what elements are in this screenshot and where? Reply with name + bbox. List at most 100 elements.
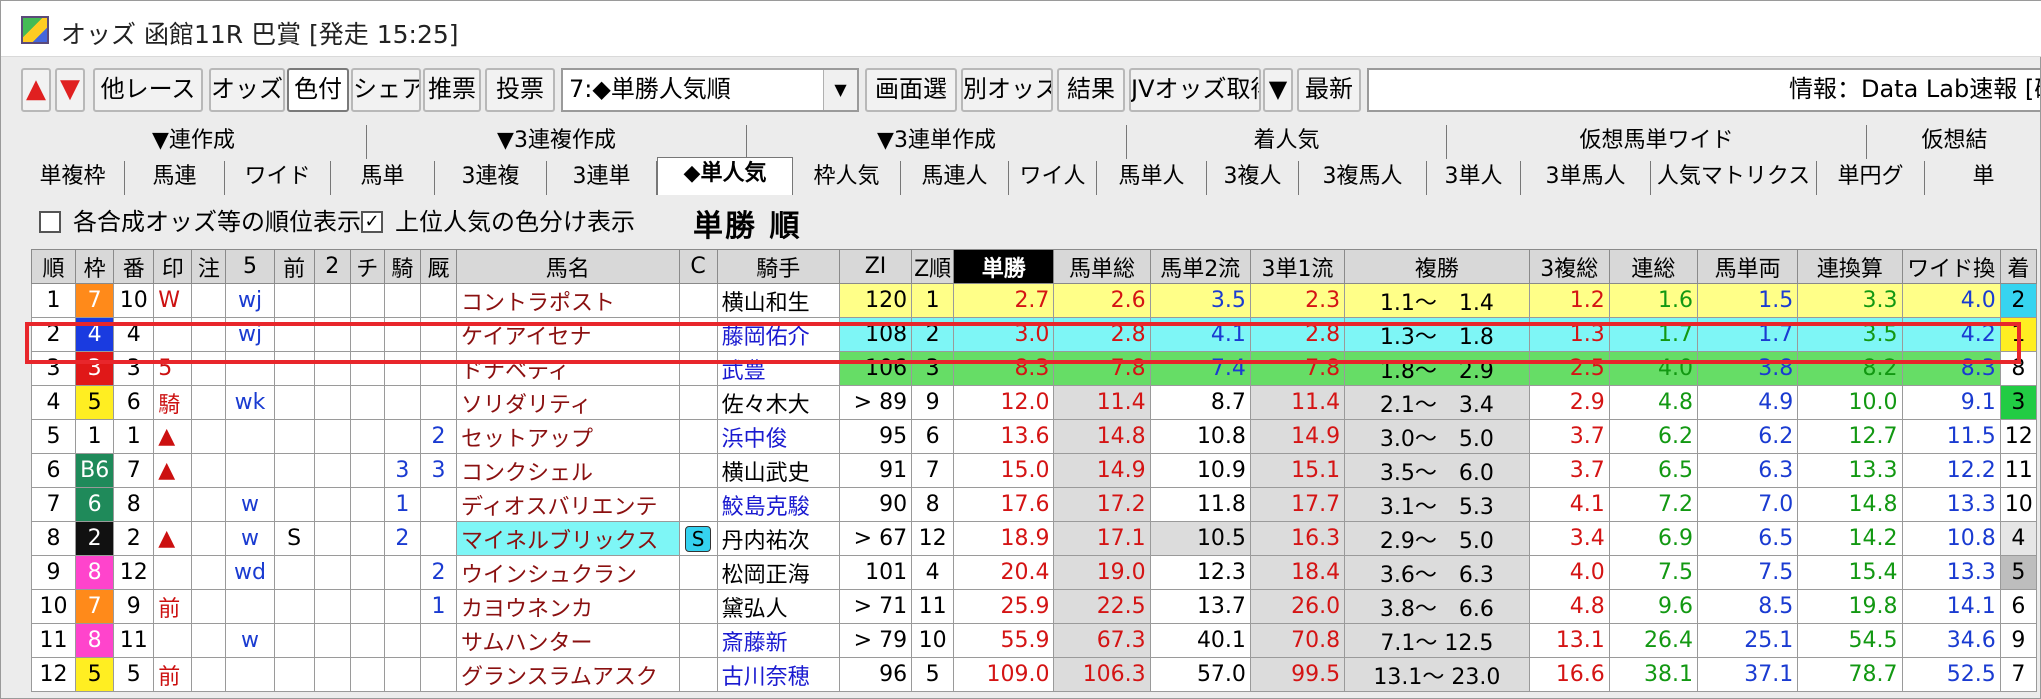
- cell-zr: 7: [911, 453, 955, 488]
- tab-umaren-ninki[interactable]: 馬連人: [901, 161, 1009, 195]
- col-header-f3[interactable]: 3複総: [1528, 249, 1610, 284]
- tab-3rentan-create[interactable]: ▼3連単作成: [747, 125, 1127, 159]
- tab-ninki-matrix[interactable]: 人気マトリクス: [1651, 161, 1817, 195]
- col-header-s1[interactable]: 3単1流: [1249, 249, 1346, 284]
- table-row[interactable]: 9 8 12 wd 2 ウインシュクラン 松岡正海 101 4 20.4 19.0 12.3 18.4 3…: [30, 555, 2038, 590]
- col-header-u2[interactable]: 馬単2流: [1149, 249, 1251, 284]
- col-header-name[interactable]: 馬名: [455, 249, 680, 284]
- tab-3tan-ninki[interactable]: 3単人: [1427, 161, 1521, 195]
- table-row[interactable]: 5 1 1 ▲ 2 セットアップ 浜中俊 95 6 13.6 14.8 10.8 14.9 3.0～ 5.…: [30, 419, 2038, 454]
- cell-ut: 22.5: [1053, 589, 1151, 624]
- col-header-tan[interactable]: 単勝: [953, 249, 1055, 284]
- tab-3rentan[interactable]: 3連単: [547, 161, 657, 195]
- tab-tan-ninki[interactable]: ◆単人気: [657, 157, 793, 195]
- col-header-n2[interactable]: 2: [313, 249, 351, 284]
- sort-select[interactable]: 7:◆単勝人気順 ▼: [561, 68, 859, 112]
- tab-3fuku-ninki[interactable]: 3複人: [1207, 161, 1299, 195]
- tab-umatan-ninki[interactable]: 馬単人: [1097, 161, 1207, 195]
- cell-mae: [273, 317, 315, 352]
- col-header-num[interactable]: 番: [113, 249, 155, 284]
- table-row[interactable]: 12 5 5 前グランスラムアスク 古川奈穂 96 5 109.0 106.3 57.0 99.5 1…: [30, 657, 2038, 692]
- cell-rank: 4: [30, 385, 77, 420]
- col-header-c[interactable]: C: [678, 249, 718, 284]
- down-arrow-button[interactable]: ▼: [55, 68, 85, 112]
- rank-display-checkbox[interactable]: [39, 211, 61, 233]
- jv-odds-button[interactable]: JVオッズ取得: [1129, 68, 1261, 112]
- cell-zr: 3: [911, 351, 955, 386]
- tab-tan-more[interactable]: 単: [1925, 161, 2041, 195]
- table-row[interactable]: 10 7 9 前 1 カヨウネンカ 黛弘人 > 71 11 25.9 22.5 13.7 26.0 3.8…: [30, 589, 2038, 624]
- col-header-wd[interactable]: ワイド換: [1901, 249, 2001, 284]
- col-header-chi[interactable]: チ: [349, 249, 385, 284]
- table-row[interactable]: 2 4 4 wj ケイアイセナ 藤岡佑介 108 2 3.0 2.8 4.1 2.8 1.3～ 1.8 1…: [30, 317, 2038, 352]
- jv-odds-dropdown[interactable]: ▼: [1263, 68, 1293, 112]
- col-header-ki[interactable]: 騎: [383, 249, 421, 284]
- cell-tan: 13.6: [953, 419, 1055, 454]
- tab-kaso-umatan-wide[interactable]: 仮想馬単ワイド: [1447, 125, 1867, 159]
- col-header-kyu[interactable]: 厩: [419, 249, 457, 284]
- tab-tan-en-graph[interactable]: 単円グ: [1817, 161, 1925, 195]
- col-header-jockey[interactable]: 騎手: [716, 249, 840, 284]
- table-row[interactable]: 1 7 10 Wwj コントラポスト 横山和生 120 1 2.7 2.6 3.5 2.3 1.1～ 1…: [30, 283, 2038, 318]
- cell-ren: 7.5: [1608, 555, 1699, 590]
- odds-button[interactable]: オッズ: [209, 68, 285, 112]
- cell-chi: [349, 521, 385, 556]
- tab-kaso-ketsu[interactable]: 仮想結: [1867, 125, 2041, 159]
- cell-num: 3: [113, 351, 155, 386]
- col-header-mark[interactable]: 印: [153, 249, 193, 284]
- vote-button[interactable]: 投票: [485, 68, 555, 112]
- tab-3tan-uma-ninki[interactable]: 3単馬人: [1521, 161, 1651, 195]
- col-header-mae[interactable]: 前: [273, 249, 315, 284]
- cell-tan: 15.0: [953, 453, 1055, 488]
- col-header-zr[interactable]: Z順: [911, 249, 955, 284]
- tab-tanfukuwaku[interactable]: 単複枠: [21, 161, 125, 195]
- col-header-zi[interactable]: ZI: [838, 249, 913, 284]
- screen-select-button[interactable]: 画面選: [865, 68, 957, 112]
- cell-chaku: 9: [1999, 623, 2038, 658]
- tab-waku-ninki[interactable]: 枠人気: [793, 161, 901, 195]
- cell-tan: 109.0: [953, 657, 1055, 692]
- col-header-c5[interactable]: 5: [225, 249, 275, 284]
- tab-umatan[interactable]: 馬単: [331, 161, 435, 195]
- col-header-ur[interactable]: 馬単両: [1697, 249, 1799, 284]
- other-odds-button[interactable]: 別オッズ: [961, 68, 1053, 112]
- other-race-button[interactable]: 他レース: [93, 68, 203, 112]
- cell-ki: [383, 351, 421, 386]
- cell-mae: [273, 283, 315, 318]
- color-button[interactable]: 色付: [287, 68, 349, 112]
- tab-3fuku-uma-ninki[interactable]: 3複馬人: [1299, 161, 1427, 195]
- cell-u2: 40.1: [1149, 623, 1251, 658]
- col-header-rk[interactable]: 連換算: [1797, 249, 1903, 284]
- table-row[interactable]: 7 6 8 w 1 ディオスバリエンテ 鮫島克駿 90 8 17.6 17.2 11.8 17.7 3.1…: [30, 487, 2038, 522]
- latest-button[interactable]: 最新: [1297, 68, 1361, 112]
- tab-3renpuku[interactable]: 3連複: [435, 161, 547, 195]
- col-header-ren[interactable]: 連総: [1608, 249, 1699, 284]
- table-row[interactable]: 6 B6 7 ▲ 3 3 コンクシェル 横山武史 91 7 15.0 14.9 10.9 15.1 3.5～…: [30, 453, 2038, 488]
- table-row[interactable]: 3 3 3 5 ドナベティ 武豊 106 3 8.3 7.8 7.4 7.8 1.8～ 2.9 2.5 4.…: [30, 351, 2038, 386]
- col-header-fuku[interactable]: 複勝: [1344, 249, 1530, 284]
- up-arrow-button[interactable]: ▲: [21, 68, 51, 112]
- tab-3renfuku-create[interactable]: ▼3連複作成: [367, 125, 747, 159]
- col-header-chu[interactable]: 注: [191, 249, 227, 284]
- tab-ren-create[interactable]: ▼連作成: [21, 125, 367, 159]
- col-header-waku[interactable]: 枠: [75, 249, 115, 284]
- table-row[interactable]: 8 2 2 ▲ w S 2 マイネルブリックス S 丹内祐次 > 67 12 18.9 17.1 10.5 1…: [30, 521, 2038, 556]
- cell-chu: [191, 419, 227, 454]
- table-row[interactable]: 11 8 11 w サムハンター 斎藤新 > 79 10 55.9 67.3 40.1 70.8 7.1…: [30, 623, 2038, 658]
- recommend-button[interactable]: 推票: [423, 68, 481, 112]
- col-header-rank[interactable]: 順: [30, 249, 77, 284]
- chevron-down-icon[interactable]: ▼: [823, 70, 857, 110]
- cell-ur: 6.5: [1697, 521, 1799, 556]
- tab-wide-ninki[interactable]: ワイ人: [1009, 161, 1097, 195]
- col-header-ut[interactable]: 馬単総: [1053, 249, 1151, 284]
- share-button[interactable]: シェア: [351, 68, 421, 112]
- tab-umaren[interactable]: 馬連: [125, 161, 225, 195]
- tab-chaku-ninki[interactable]: 着人気: [1127, 125, 1447, 159]
- cell-chaku: 11: [1999, 453, 2038, 488]
- col-header-chaku[interactable]: 着: [1999, 249, 2038, 284]
- table-row[interactable]: 4 5 6 騎 wk ソリダリティ 佐々木大 > 89 9 12.0 11.4 8.7 11.4 2.1～…: [30, 385, 2038, 420]
- color-display-checkbox[interactable]: ✓: [361, 211, 383, 233]
- cell-zr: 1: [911, 283, 955, 318]
- result-button[interactable]: 結果: [1057, 68, 1125, 112]
- tab-wide[interactable]: ワイド: [225, 161, 331, 195]
